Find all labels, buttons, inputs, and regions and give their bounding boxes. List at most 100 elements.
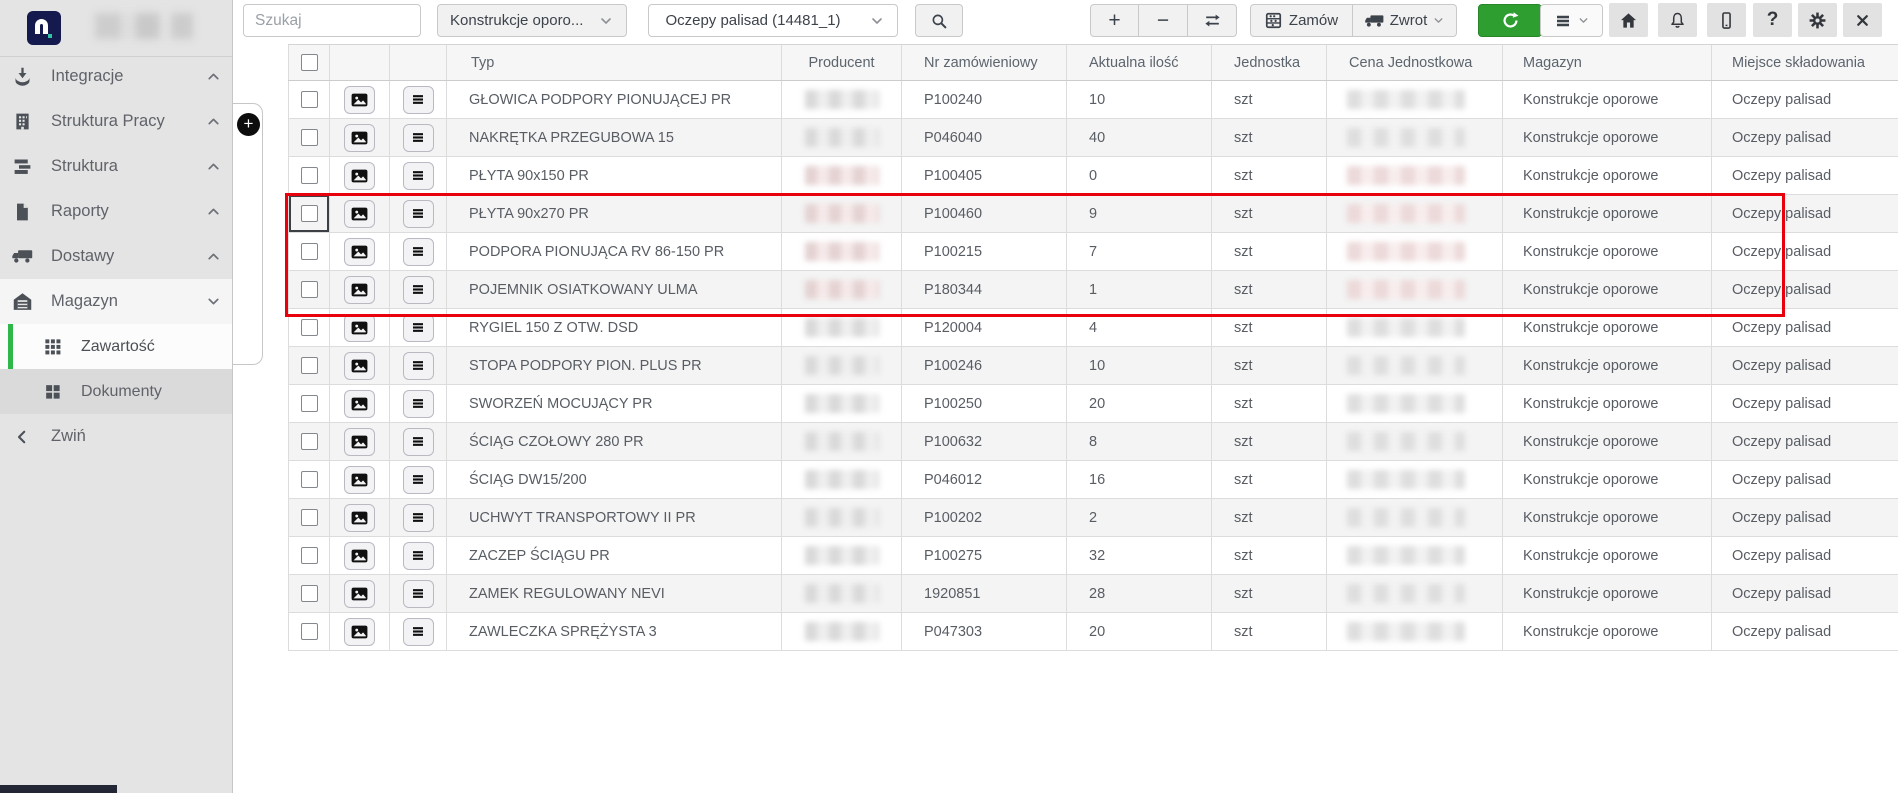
row-checkbox[interactable] xyxy=(301,167,318,184)
image-preview-button[interactable] xyxy=(344,238,375,266)
image-preview-button[interactable] xyxy=(344,200,375,228)
home-button[interactable] xyxy=(1609,3,1648,37)
row-menu-button[interactable] xyxy=(403,276,434,304)
row-menu-button[interactable] xyxy=(403,314,434,342)
row-menu-button[interactable] xyxy=(403,352,434,380)
help-button[interactable]: ? xyxy=(1753,3,1792,37)
header-cena-jednostkowa[interactable]: Cena Jednostkowa xyxy=(1327,45,1503,80)
table-row[interactable]: ZACZEP ŚCIĄGU PR P100275 32 szt Konstruk… xyxy=(288,537,1898,575)
app-logo[interactable] xyxy=(27,11,61,45)
row-menu-button[interactable] xyxy=(403,580,434,608)
image-preview-button[interactable] xyxy=(344,86,375,114)
sidebar-item-struktura-pracy[interactable]: Struktura Pracy xyxy=(0,99,232,144)
table-row[interactable]: PODPORA PIONUJĄCA RV 86-150 PR P100215 7… xyxy=(288,233,1898,271)
row-menu-button[interactable] xyxy=(403,86,434,114)
image-preview-button[interactable] xyxy=(344,580,375,608)
image-preview-button[interactable] xyxy=(344,504,375,532)
category-dropdown[interactable]: Konstrukcje oporo... xyxy=(437,4,627,37)
close-button[interactable] xyxy=(1843,3,1882,37)
sidebar-item-zawartosc[interactable]: Zawartość xyxy=(0,324,232,369)
image-preview-button[interactable] xyxy=(344,390,375,418)
image-preview-button[interactable] xyxy=(344,542,375,570)
table-row[interactable]: PŁYTA 90x150 PR P100405 0 szt Konstrukcj… xyxy=(288,157,1898,195)
table-row[interactable]: GŁOWICA PODPORY PIONUJĄCEJ PR P100240 10… xyxy=(288,81,1898,119)
row-checkbox[interactable] xyxy=(301,357,318,374)
row-checkbox[interactable] xyxy=(301,243,318,260)
settings-button[interactable] xyxy=(1798,3,1837,37)
row-menu-button[interactable] xyxy=(403,542,434,570)
sidebar-item-dostawy[interactable]: Dostawy xyxy=(0,234,232,279)
table-row[interactable]: UCHWYT TRANSPORTOWY II PR P100202 2 szt … xyxy=(288,499,1898,537)
return-button[interactable]: Zwrot xyxy=(1353,4,1457,37)
row-checkbox[interactable] xyxy=(301,205,318,222)
sidebar-item-magazyn[interactable]: Magazyn xyxy=(0,279,232,324)
image-preview-button[interactable] xyxy=(344,428,375,456)
row-checkbox[interactable] xyxy=(301,395,318,412)
image-preview-button[interactable] xyxy=(344,466,375,494)
search-input[interactable] xyxy=(243,4,421,37)
row-menu-button[interactable] xyxy=(403,238,434,266)
header-nr-zamowieniowy[interactable]: Nr zamówieniowy xyxy=(902,45,1067,80)
mobile-button[interactable] xyxy=(1707,3,1746,37)
row-checkbox[interactable] xyxy=(301,623,318,640)
menu-dropdown-button[interactable] xyxy=(1540,4,1603,37)
location-dropdown-toggle[interactable] xyxy=(857,4,898,37)
image-preview-button[interactable] xyxy=(344,314,375,342)
table-row[interactable]: SWORZEŃ MOCUJĄCY PR P100250 20 szt Konst… xyxy=(288,385,1898,423)
row-checkbox[interactable] xyxy=(301,281,318,298)
row-menu-button[interactable] xyxy=(403,618,434,646)
row-menu-button[interactable] xyxy=(403,124,434,152)
row-menu-button[interactable] xyxy=(403,504,434,532)
refresh-button[interactable] xyxy=(1478,4,1542,37)
image-preview-button[interactable] xyxy=(344,352,375,380)
table-row[interactable]: ZAWLECZKA SPRĘŻYSTA 3 P047303 20 szt Kon… xyxy=(288,613,1898,651)
table-row[interactable]: ZAMEK REGULOWANY NEVI 1920851 28 szt Kon… xyxy=(288,575,1898,613)
image-preview-button[interactable] xyxy=(344,124,375,152)
row-menu-button[interactable] xyxy=(403,466,434,494)
table-row[interactable]: ŚCIĄG DW15/200 P046012 16 szt Konstrukcj… xyxy=(288,461,1898,499)
table-row[interactable]: NAKRĘTKA PRZEGUBOWA 15 P046040 40 szt Ko… xyxy=(288,119,1898,157)
filter-panel-tab[interactable] xyxy=(233,103,263,365)
notifications-button[interactable] xyxy=(1658,3,1697,37)
row-menu-button[interactable] xyxy=(403,162,434,190)
sidebar-item-raporty[interactable]: Raporty xyxy=(0,189,232,234)
header-producent[interactable]: Producent xyxy=(782,45,902,80)
header-magazyn[interactable]: Magazyn xyxy=(1503,45,1712,80)
table-row[interactable]: PŁYTA 90x270 PR P100460 9 szt Konstrukcj… xyxy=(288,195,1898,233)
transfer-button[interactable] xyxy=(1188,4,1237,37)
select-all-checkbox[interactable] xyxy=(301,54,318,71)
table-row[interactable]: STOPA PODPORY PION. PLUS PR P100246 10 s… xyxy=(288,347,1898,385)
row-checkbox[interactable] xyxy=(301,471,318,488)
add-filter-button[interactable]: + xyxy=(237,113,260,136)
search-button[interactable] xyxy=(915,4,963,37)
list-icon xyxy=(410,320,426,335)
row-menu-button[interactable] xyxy=(403,200,434,228)
header-miejsce-skladowania[interactable]: Miejsce składowania xyxy=(1712,45,1898,80)
decrease-quantity-button[interactable]: − xyxy=(1139,4,1188,37)
header-aktualna-ilosc[interactable]: Aktualna ilość xyxy=(1067,45,1212,80)
row-menu-button[interactable] xyxy=(403,390,434,418)
row-checkbox[interactable] xyxy=(301,91,318,108)
order-button[interactable]: Zamów xyxy=(1250,4,1353,37)
location-combobox[interactable]: Oczepy palisad (14481_1) xyxy=(648,4,858,37)
row-checkbox[interactable] xyxy=(301,129,318,146)
image-preview-button[interactable] xyxy=(344,276,375,304)
row-checkbox[interactable] xyxy=(301,319,318,336)
sidebar-item-integracje[interactable]: Integracje xyxy=(0,54,232,99)
sidebar-collapse-button[interactable]: Zwiń xyxy=(0,414,232,459)
row-menu-button[interactable] xyxy=(403,428,434,456)
table-row[interactable]: RYGIEL 150 Z OTW. DSD P120004 4 szt Kons… xyxy=(288,309,1898,347)
sidebar-item-struktura[interactable]: Struktura xyxy=(0,144,232,189)
table-row[interactable]: ŚCIĄG CZOŁOWY 280 PR P100632 8 szt Konst… xyxy=(288,423,1898,461)
table-row[interactable]: POJEMNIK OSIATKOWANY ULMA P180344 1 szt … xyxy=(288,271,1898,309)
image-preview-button[interactable] xyxy=(344,162,375,190)
increase-quantity-button[interactable]: + xyxy=(1090,4,1139,37)
image-preview-button[interactable] xyxy=(344,618,375,646)
sidebar-item-dokumenty[interactable]: Dokumenty xyxy=(0,369,232,414)
row-checkbox[interactable] xyxy=(301,433,318,450)
row-checkbox[interactable] xyxy=(301,509,318,526)
header-typ[interactable]: Typ xyxy=(447,45,782,80)
row-checkbox[interactable] xyxy=(301,547,318,564)
header-jednostka[interactable]: Jednostka xyxy=(1212,45,1327,80)
row-checkbox[interactable] xyxy=(301,585,318,602)
